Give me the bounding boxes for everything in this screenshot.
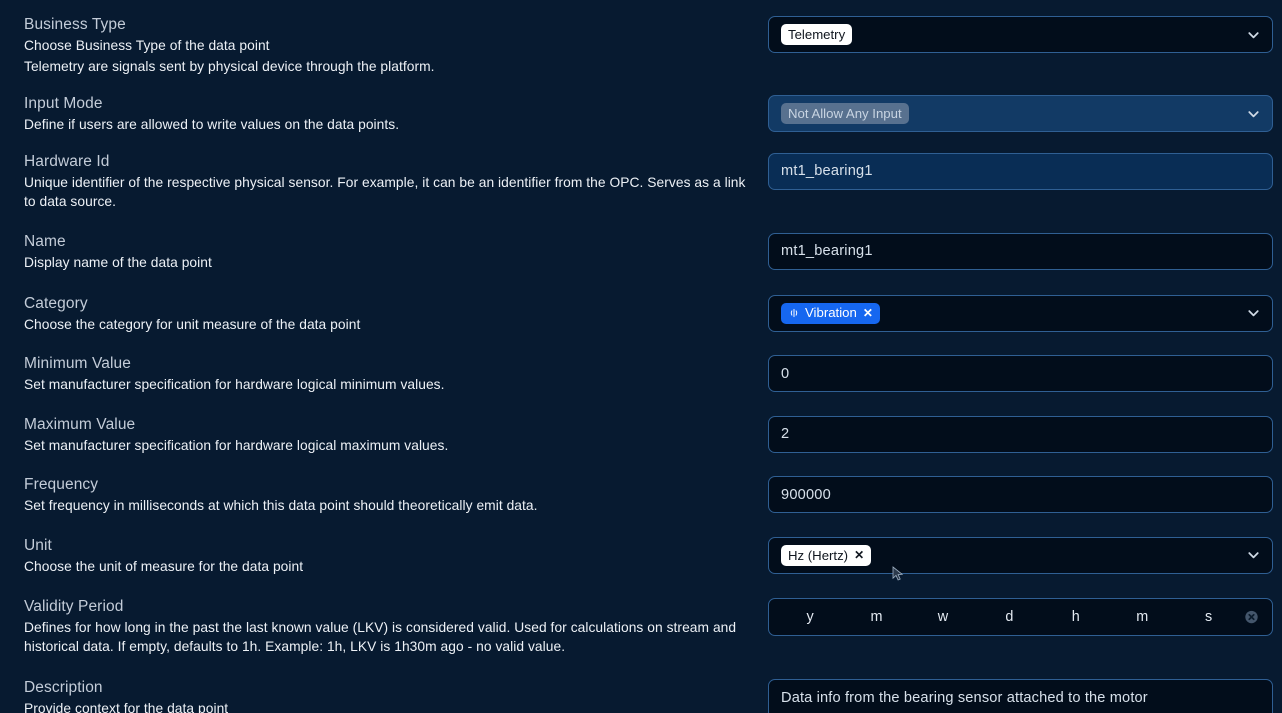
field-row-name: Name Display name of the data point mt1_…: [24, 231, 1273, 273]
field-row-minimum-value: Minimum Value Set manufacturer specifica…: [24, 353, 1273, 395]
field-description: Display name of the data point: [24, 254, 212, 270]
field-label: Maximum Value: [24, 415, 136, 433]
hardware-id-input[interactable]: mt1_bearing1: [768, 152, 1273, 190]
field-labels-unit: Unit Choose the unit of measure for the …: [24, 535, 768, 577]
field-labels-category: Category Choose the category for unit me…: [24, 293, 768, 335]
field-description: Set frequency in milliseconds at which t…: [24, 498, 538, 514]
field-control-business-type: Telemetry: [768, 14, 1273, 53]
field-row-unit: Unit Choose the unit of measure for the …: [24, 535, 1273, 577]
unit-chip-label: Hz (Hertz): [788, 547, 849, 563]
field-description: Choose the category for unit measure of …: [24, 316, 361, 332]
name-input[interactable]: mt1_bearing1: [768, 232, 1273, 270]
field-control-description: Data info from the bearing sensor attach…: [768, 677, 1273, 713]
field-label: Frequency: [24, 476, 99, 494]
data-point-form: Business Type Choose Business Type of th…: [0, 0, 1282, 713]
field-description: Set manufacturer specification for hardw…: [24, 437, 449, 453]
field-labels-hardware-id: Hardware Id Unique identifier of the res…: [24, 151, 768, 212]
field-labels-minimum-value: Minimum Value Set manufacturer specifica…: [24, 353, 768, 395]
duration-segment-days[interactable]: d: [976, 609, 1042, 625]
field-label: Unit: [24, 536, 52, 554]
field-control-maximum-value: 2: [768, 414, 1273, 453]
field-label: Name: [24, 232, 66, 250]
field-control-minimum-value: 0: [768, 353, 1273, 393]
duration-segment-seconds[interactable]: s: [1176, 609, 1242, 625]
field-control-unit: Hz (Hertz) ✕: [768, 535, 1273, 574]
frequency-input[interactable]: 900000: [768, 476, 1273, 514]
field-label: Hardware Id: [24, 152, 110, 170]
clear-validity-period-icon[interactable]: [1244, 609, 1259, 624]
description-value: Data info from the bearing sensor attach…: [781, 689, 1148, 706]
field-description: Choose the unit of measure for the data …: [24, 558, 304, 574]
duration-segment-weeks[interactable]: w: [910, 609, 976, 625]
field-control-input-mode: Not Allow Any Input: [768, 93, 1273, 133]
field-labels-description: Description Provide context for the data…: [24, 677, 768, 713]
category-select[interactable]: Vibration ✕: [768, 294, 1273, 332]
field-description: Defines for how long in the past the las…: [24, 619, 737, 655]
duration-segment-months[interactable]: m: [843, 609, 909, 625]
field-label: Validity Period: [24, 597, 124, 615]
field-description: Unique identifier of the respective phys…: [24, 174, 746, 210]
field-description: Choose Business Type of the data point: [24, 38, 270, 53]
field-row-frequency: Frequency Set frequency in milliseconds …: [24, 474, 1273, 516]
field-row-business-type: Business Type Choose Business Type of th…: [24, 14, 1273, 76]
field-control-name: mt1_bearing1: [768, 231, 1273, 270]
field-row-maximum-value: Maximum Value Set manufacturer specifica…: [24, 414, 1273, 456]
field-labels-name: Name Display name of the data point: [24, 231, 768, 273]
field-control-category: Vibration ✕: [768, 293, 1273, 332]
field-control-hardware-id: mt1_bearing1: [768, 151, 1273, 190]
field-row-validity-period: Validity Period Defines for how long in …: [24, 596, 1273, 657]
hardware-id-value: mt1_bearing1: [781, 163, 873, 180]
vibration-icon: [788, 307, 800, 319]
field-control-validity-period: y m w d h m s: [768, 596, 1273, 636]
chevron-down-icon[interactable]: [1246, 548, 1261, 563]
field-label: Category: [24, 294, 88, 312]
field-label: Minimum Value: [24, 355, 131, 373]
remove-unit-chip-icon[interactable]: ✕: [854, 549, 864, 561]
field-control-frequency: 900000: [768, 474, 1273, 514]
chevron-down-icon[interactable]: [1246, 27, 1261, 42]
field-labels-business-type: Business Type Choose Business Type of th…: [24, 14, 768, 76]
name-value: mt1_bearing1: [781, 243, 873, 260]
business-type-chip[interactable]: Telemetry: [781, 24, 853, 45]
chevron-down-icon[interactable]: [1246, 306, 1261, 321]
field-row-input-mode: Input Mode Define if users are allowed t…: [24, 93, 1273, 135]
category-chip[interactable]: Vibration ✕: [781, 302, 880, 324]
category-chip-label: Vibration: [805, 305, 857, 321]
duration-segment-minutes[interactable]: m: [1109, 609, 1175, 625]
frequency-value: 900000: [781, 486, 831, 503]
remove-category-chip-icon[interactable]: ✕: [863, 307, 873, 319]
field-label: Business Type: [24, 16, 126, 33]
field-label: Input Mode: [24, 95, 103, 113]
duration-segment-hours[interactable]: h: [1043, 609, 1109, 625]
chevron-down-icon[interactable]: [1246, 106, 1261, 121]
input-mode-select[interactable]: Not Allow Any Input: [768, 95, 1273, 133]
field-label: Description: [24, 678, 103, 696]
validity-period-duration-picker[interactable]: y m w d h m s: [768, 597, 1273, 636]
field-row-category: Category Choose the category for unit me…: [24, 293, 1273, 335]
unit-chip[interactable]: Hz (Hertz) ✕: [781, 544, 872, 566]
field-labels-validity-period: Validity Period Defines for how long in …: [24, 596, 768, 657]
field-row-description: Description Provide context for the data…: [24, 677, 1273, 713]
minimum-value: 0: [781, 365, 790, 382]
description-textarea[interactable]: Data info from the bearing sensor attach…: [768, 678, 1273, 713]
field-description-secondary: Telemetry are signals sent by physical d…: [24, 58, 435, 74]
duration-segment-years[interactable]: y: [777, 609, 843, 625]
maximum-value: 2: [781, 426, 790, 443]
maximum-value-input[interactable]: 2: [768, 415, 1273, 453]
business-type-chip-label: Telemetry: [788, 26, 846, 42]
field-description: Provide context for the data point: [24, 700, 229, 713]
minimum-value-input[interactable]: 0: [768, 355, 1273, 393]
field-description: Define if users are allowed to write val…: [24, 117, 400, 133]
field-description: Set manufacturer specification for hardw…: [24, 377, 445, 393]
business-type-select[interactable]: Telemetry: [768, 16, 1273, 53]
field-labels-input-mode: Input Mode Define if users are allowed t…: [24, 93, 768, 135]
field-labels-frequency: Frequency Set frequency in milliseconds …: [24, 474, 768, 516]
field-row-hardware-id: Hardware Id Unique identifier of the res…: [24, 151, 1273, 212]
field-labels-maximum-value: Maximum Value Set manufacturer specifica…: [24, 414, 768, 456]
unit-select[interactable]: Hz (Hertz) ✕: [768, 536, 1273, 574]
input-mode-chip[interactable]: Not Allow Any Input: [781, 103, 909, 125]
input-mode-chip-label: Not Allow Any Input: [788, 106, 902, 122]
